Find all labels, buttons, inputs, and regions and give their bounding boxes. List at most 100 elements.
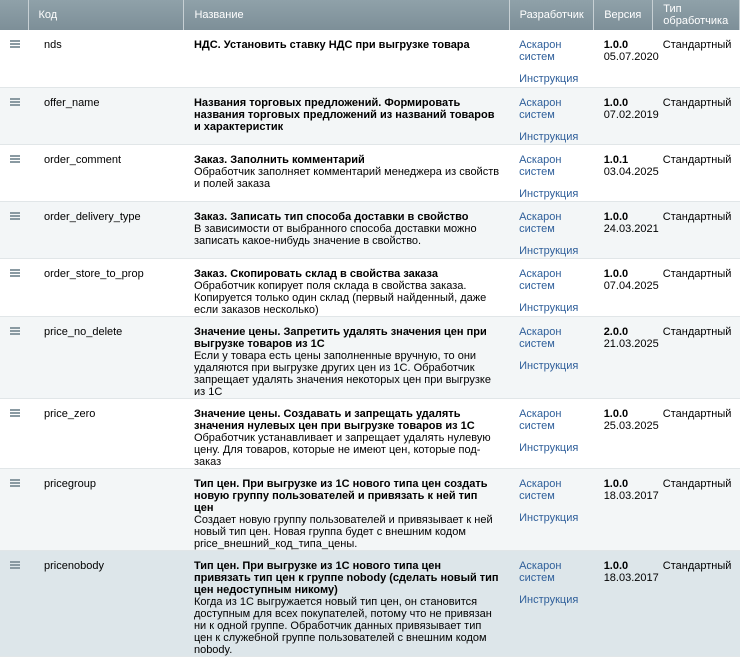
developer-name-line1: Аскарон (519, 267, 562, 280)
handler-description: Если у товара есть цены заполненные вруч… (193, 349, 491, 398)
handler-title: Заказ. Записать тип способа доставки в с… (193, 210, 469, 223)
version-date: 07.02.2019 (603, 108, 659, 121)
handler-code: order_delivery_type (28, 201, 184, 259)
developer-cell: Аскарон систем Инструкция (509, 87, 594, 145)
developer-link[interactable]: Аскарон систем (519, 326, 584, 350)
row-menu-cell (0, 30, 29, 88)
developer-name-line2: систем (519, 51, 555, 63)
handler-title: НДС. Установить ставку НДС при выгрузке … (193, 39, 470, 51)
handler-code: pricegroup (28, 468, 184, 551)
instruction-link[interactable]: Инструкция (519, 442, 584, 454)
version-cell: 1.0.0 07.02.2019 (593, 87, 659, 145)
version-number: 2.0.0 (603, 325, 629, 338)
menu-icon[interactable] (10, 560, 20, 569)
handler-name-cell: Тип цен. При выгрузке из 1С нового типа … (183, 468, 510, 551)
header-name[interactable]: Название (183, 0, 510, 30)
menu-icon[interactable] (10, 97, 20, 106)
developer-link[interactable]: Аскарон систем (519, 39, 584, 63)
handler-title: Тип цен. При выгрузке из 1С нового типа … (193, 477, 488, 514)
handler-description: Обработчик заполняет комментарий менедже… (193, 165, 500, 190)
version-date: 03.04.2025 (603, 165, 659, 178)
developer-cell: Аскарон систем Инструкция (509, 258, 594, 317)
version-number: 1.0.0 (603, 39, 629, 51)
header-type[interactable]: Тип обработчика (652, 0, 740, 30)
developer-cell: Аскарон систем Инструкция (509, 144, 594, 202)
developer-link[interactable]: Аскарон систем (519, 408, 584, 432)
instruction-link[interactable]: Инструкция (519, 73, 584, 85)
handler-title: Заказ. Заполнить комментарий (193, 153, 365, 166)
instruction-link[interactable]: Инструкция (519, 131, 584, 143)
developer-link[interactable]: Аскарон систем (519, 560, 584, 584)
instruction-link[interactable]: Инструкция (519, 245, 584, 257)
table-row: nds НДС. Установить ставку НДС при выгру… (0, 30, 740, 88)
header-developer[interactable]: Разработчик (509, 0, 595, 30)
menu-icon[interactable] (10, 478, 20, 487)
handler-type: Стандартный (652, 144, 740, 202)
version-number: 1.0.0 (603, 267, 629, 280)
row-menu-cell (0, 550, 29, 657)
handler-name-cell: Заказ. Записать тип способа доставки в с… (183, 201, 510, 259)
header-type-line2: обработчика (663, 15, 729, 27)
menu-icon[interactable] (10, 326, 20, 335)
handler-name-cell: Заказ. Заполнить комментарий Обработчик … (183, 144, 510, 202)
developer-link[interactable]: Аскарон систем (519, 154, 584, 178)
developer-name-line1: Аскарон (519, 39, 562, 51)
table-row: price_no_delete Значение цены. Запретить… (0, 316, 740, 399)
developer-name-line2: систем (519, 222, 555, 235)
handler-type: Стандартный (652, 468, 740, 551)
row-menu-cell (0, 144, 29, 202)
handler-type: Стандартный (652, 201, 740, 259)
handler-name-cell: Названия торговых предложений. Формирова… (183, 87, 510, 145)
instruction-link[interactable]: Инструкция (519, 302, 584, 314)
instruction-link[interactable]: Инструкция (519, 360, 584, 372)
handler-code: offer_name (28, 87, 184, 145)
table-row: price_zero Значение цены. Создавать и за… (0, 398, 740, 469)
header-version[interactable]: Версия (593, 0, 654, 30)
handler-title: Значение цены. Создавать и запрещать уда… (193, 407, 475, 432)
developer-name-line2: систем (519, 489, 555, 502)
handler-code: pricenobody (28, 550, 184, 657)
developer-link[interactable]: Аскарон систем (519, 268, 584, 292)
handler-type: Стандартный (652, 550, 740, 657)
header-menu-col (0, 0, 29, 30)
row-menu-cell (0, 201, 29, 259)
menu-icon[interactable] (10, 40, 20, 48)
header-code[interactable]: Код (28, 0, 185, 30)
version-cell: 1.0.0 18.03.2017 (593, 468, 659, 551)
version-date: 05.07.2020 (603, 51, 659, 63)
version-cell: 1.0.0 07.04.2025 (593, 258, 659, 317)
row-menu-cell (0, 468, 29, 551)
row-menu-cell (0, 258, 29, 317)
handler-type: Стандартный (652, 258, 740, 317)
developer-name-line1: Аскарон (519, 153, 562, 166)
developer-cell: Аскарон систем Инструкция (509, 550, 594, 657)
row-menu-cell (0, 316, 29, 399)
header-type-line1: Тип (663, 3, 682, 15)
handler-description: Обработчик устанавливает и запрещает уда… (193, 431, 491, 468)
instruction-link[interactable]: Инструкция (519, 512, 584, 524)
menu-icon[interactable] (10, 154, 20, 163)
handler-type: Стандартный (652, 398, 740, 469)
table-header-row: Код Название Разработчик Версия Тип обра… (0, 0, 740, 30)
menu-icon[interactable] (10, 408, 20, 417)
version-cell: 1.0.0 25.03.2025 (593, 398, 659, 469)
developer-cell: Аскарон систем Инструкция (509, 316, 594, 399)
developer-name-line2: систем (519, 165, 555, 178)
developer-name-line2: систем (519, 108, 555, 121)
developer-name-line2: систем (519, 571, 555, 584)
version-number: 1.0.0 (603, 477, 629, 490)
handler-title: Тип цен. При выгрузке из 1С нового типа … (193, 559, 499, 596)
developer-link[interactable]: Аскарон систем (519, 211, 584, 235)
table-row: pricenobody Тип цен. При выгрузке из 1С … (0, 550, 740, 657)
developer-name-line2: систем (519, 419, 555, 432)
developer-link[interactable]: Аскарон систем (519, 478, 584, 502)
instruction-link[interactable]: Инструкция (519, 188, 584, 200)
version-cell: 1.0.0 18.03.2017 (593, 550, 659, 657)
version-date: 21.03.2025 (603, 337, 659, 350)
developer-link[interactable]: Аскарон систем (519, 97, 584, 121)
developer-name-line2: систем (519, 279, 555, 292)
menu-icon[interactable] (10, 268, 20, 277)
developer-cell: Аскарон систем Инструкция (509, 30, 594, 88)
developer-name-line2: систем (519, 337, 555, 350)
menu-icon[interactable] (10, 211, 20, 220)
